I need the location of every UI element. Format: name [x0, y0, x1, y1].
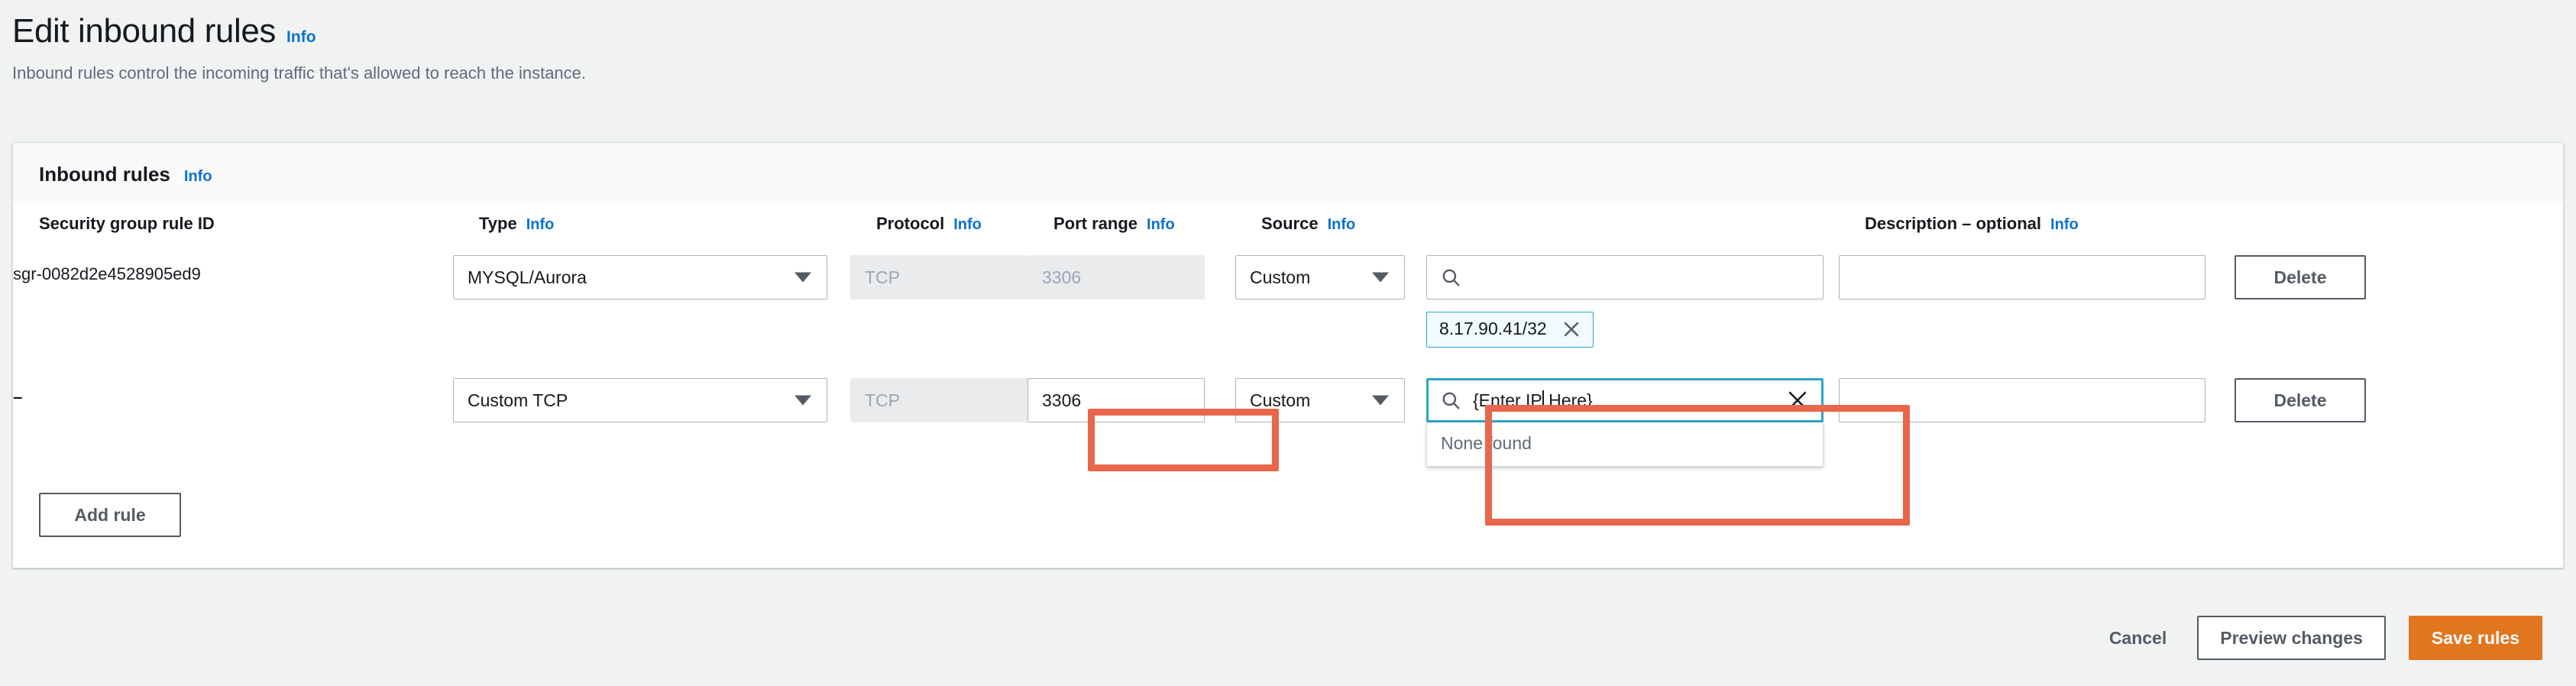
table-row: sgr-0082d2e4528905ed9 MYSQL/Aurora TCP 3…	[13, 241, 2563, 352]
source-info-link[interactable]: Info	[1328, 216, 1356, 234]
type-select-value: MYSQL/Aurora	[468, 267, 587, 287]
source-search-value-after-caret: Here}	[1543, 390, 1593, 410]
source-type-select[interactable]: Custom	[1235, 378, 1405, 422]
column-label: Description – optional	[1865, 214, 2042, 233]
chevron-down-icon	[1372, 395, 1389, 406]
table-row: – Custom TCP TCP 3306 Custom {Enter IP H…	[13, 352, 2563, 471]
port-range-info-link[interactable]: Info	[1147, 216, 1175, 234]
description-cell	[1839, 378, 2235, 422]
type-info-link[interactable]: Info	[526, 216, 555, 234]
chevron-down-icon	[794, 395, 811, 406]
column-label: Type	[479, 214, 517, 233]
port-range-input[interactable]: 3306	[1027, 378, 1205, 422]
description-cell	[1839, 255, 2235, 299]
protocol-info-link[interactable]: Info	[953, 216, 982, 234]
delete-button[interactable]: Delete	[2235, 255, 2366, 299]
protocol-value: TCP	[865, 390, 900, 410]
source-dropdown: None found	[1426, 422, 1824, 467]
protocol-cell: TCP	[850, 378, 1027, 422]
type-select-value: Custom TCP	[468, 390, 568, 410]
close-icon[interactable]	[1562, 320, 1581, 338]
chevron-down-icon	[1372, 272, 1389, 283]
port-range-value: 3306	[1042, 267, 1082, 287]
cancel-button[interactable]: Cancel	[2102, 628, 2174, 649]
port-range-value: 3306	[1042, 390, 1082, 410]
description-input[interactable]	[1839, 255, 2205, 299]
protocol-input: TCP	[850, 378, 1027, 422]
page-info-link[interactable]: Info	[286, 28, 316, 47]
row-actions-cell: Delete	[2235, 255, 2471, 299]
column-header-source: Source Info	[1261, 214, 1452, 234]
row-actions-cell: Delete	[2235, 378, 2471, 422]
source-kind-cell: Custom	[1235, 378, 1426, 422]
panel-body: Security group rule ID Type Info Protoco…	[13, 203, 2563, 568]
source-token[interactable]: 8.17.90.41/32	[1426, 312, 1594, 348]
footer-actions: Cancel Preview changes Save rules	[0, 616, 2576, 660]
source-search-value: {Enter IP Here}	[1473, 390, 1774, 411]
source-search-wrap: 8.17.90.41/32	[1426, 255, 1824, 348]
column-label: Source	[1261, 214, 1319, 233]
protocol-cell: TCP	[850, 255, 1027, 299]
port-range-cell: 3306	[1027, 255, 1235, 299]
column-header-type: Type Info	[479, 214, 876, 234]
type-select[interactable]: MYSQL/Aurora	[453, 255, 827, 299]
type-select[interactable]: Custom TCP	[453, 378, 827, 422]
source-cell: {Enter IP Here} None found	[1426, 378, 1839, 467]
source-type-value: Custom	[1250, 267, 1311, 287]
dropdown-empty-message: None found	[1441, 433, 1532, 453]
column-header-rule-id: Security group rule ID	[39, 214, 479, 234]
port-range-input: 3306	[1027, 255, 1205, 299]
rule-id-value: –	[13, 387, 23, 406]
source-type-select[interactable]: Custom	[1235, 255, 1405, 299]
preview-changes-button[interactable]: Preview changes	[2197, 616, 2386, 660]
panel-title: Inbound rules	[39, 163, 170, 186]
source-search-input[interactable]: {Enter IP Here}	[1426, 378, 1824, 422]
source-search-value-before-caret: {Enter IP	[1473, 390, 1542, 410]
description-input[interactable]	[1839, 378, 2205, 422]
column-header-description: Description – optional Info	[1865, 214, 2260, 234]
type-cell: MYSQL/Aurora	[453, 255, 850, 299]
chevron-down-icon	[794, 272, 811, 283]
port-range-cell: 3306	[1027, 378, 1235, 422]
column-label: Security group rule ID	[39, 214, 215, 233]
search-icon	[1441, 390, 1461, 410]
column-label: Port range	[1053, 214, 1138, 233]
panel-info-link[interactable]: Info	[184, 168, 212, 186]
inbound-rules-panel: Inbound rules Info Security group rule I…	[12, 142, 2564, 568]
source-search-input[interactable]	[1426, 255, 1824, 299]
type-cell: Custom TCP	[453, 378, 850, 422]
page-header: Edit inbound rules Info Inbound rules co…	[0, 0, 2576, 83]
page-description: Inbound rules control the incoming traff…	[12, 63, 587, 83]
column-label: Protocol	[876, 214, 945, 233]
page-title-row: Edit inbound rules Info	[12, 12, 2576, 50]
delete-button[interactable]: Delete	[2235, 378, 2366, 422]
column-header-port-range: Port range Info	[1053, 214, 1261, 234]
column-header-protocol: Protocol Info	[876, 214, 1053, 234]
rule-id-value: sgr-0082d2e4528905ed9	[13, 264, 201, 283]
description-info-link[interactable]: Info	[2050, 216, 2079, 234]
protocol-value: TCP	[865, 267, 900, 287]
add-rule-button[interactable]: Add rule	[39, 493, 181, 537]
source-type-value: Custom	[1250, 390, 1311, 410]
page-title: Edit inbound rules	[12, 12, 277, 50]
source-search-wrap: {Enter IP Here} None found	[1426, 378, 1824, 467]
source-kind-cell: Custom	[1235, 255, 1426, 299]
table-header-row: Security group rule ID Type Info Protoco…	[13, 203, 2563, 241]
clear-icon[interactable]	[1786, 389, 1809, 412]
source-cell: 8.17.90.41/32	[1426, 255, 1839, 348]
protocol-input: TCP	[850, 255, 1027, 299]
save-rules-button[interactable]: Save rules	[2408, 616, 2542, 660]
search-icon	[1441, 267, 1461, 287]
source-token-label: 8.17.90.41/32	[1439, 319, 1547, 338]
panel-header: Inbound rules Info	[13, 143, 2563, 203]
